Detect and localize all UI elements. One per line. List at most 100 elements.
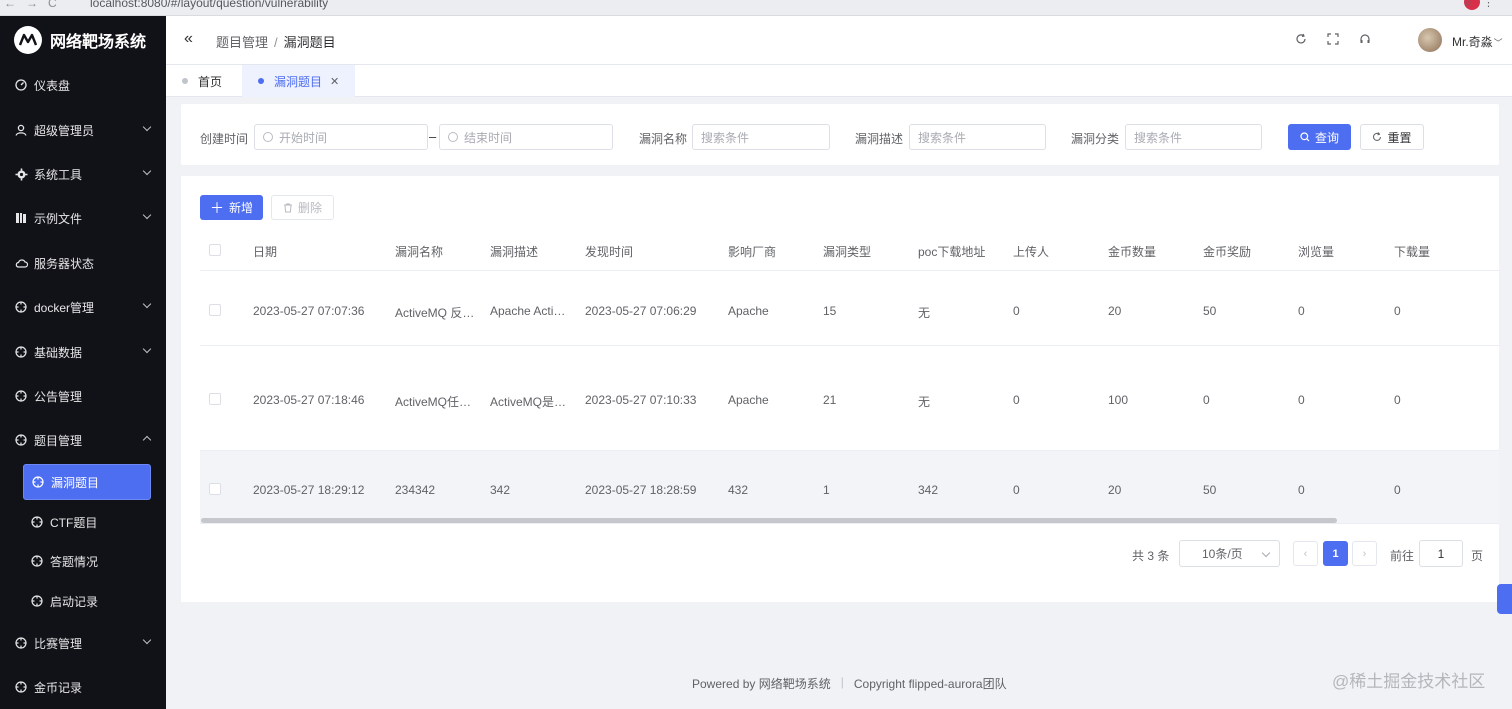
- aim-icon: [14, 433, 28, 447]
- column-header[interactable]: 影响厂商: [728, 243, 776, 260]
- app-logo[interactable]: 网络靶场系统: [14, 26, 146, 54]
- cell-downloads: 0: [1394, 304, 1401, 318]
- footer-powered-link[interactable]: 网络靶场系统: [759, 677, 831, 691]
- table-row[interactable]: 2023-05-27 18:29:12 234342 342 2023-05-2…: [200, 451, 1499, 524]
- column-header[interactable]: 日期: [253, 243, 277, 260]
- select-all-checkbox[interactable]: [209, 244, 221, 256]
- footer-copyright-link[interactable]: flipped-aurora团队: [909, 677, 1007, 691]
- cell-found-time: 2023-05-27 18:28:59: [585, 483, 697, 497]
- sidebar-item-sample-files[interactable]: 示例文件: [0, 198, 166, 238]
- row-checkbox[interactable]: [209, 483, 221, 495]
- table-header: 日期 漏洞名称 漏洞描述 发现时间 影响厂商 漏洞类型 poc下载地址 上传人 …: [200, 229, 1499, 271]
- add-button[interactable]: ＋ 新增: [200, 195, 263, 220]
- end-time-input[interactable]: 结束时间: [439, 124, 613, 150]
- tab-home[interactable]: 首页: [182, 65, 236, 97]
- column-header[interactable]: 发现时间: [585, 243, 633, 260]
- column-header[interactable]: 上传人: [1013, 243, 1049, 260]
- sidebar-item-announcements[interactable]: 公告管理: [0, 376, 166, 416]
- column-header[interactable]: 漏洞描述: [490, 243, 538, 260]
- vuln-name-placeholder: 搜索条件: [701, 130, 750, 145]
- range-separator: –: [429, 129, 437, 144]
- chevron-down-icon: [142, 166, 152, 176]
- column-header[interactable]: 漏洞类型: [823, 243, 871, 260]
- end-time-placeholder: 结束时间: [464, 130, 513, 145]
- column-header[interactable]: 金币数量: [1108, 243, 1156, 260]
- column-header[interactable]: 漏洞名称: [395, 243, 443, 260]
- chevron-down-icon: [142, 635, 152, 645]
- tab-vulnerability[interactable]: 漏洞题目 ✕: [242, 65, 356, 97]
- fullscreen-icon[interactable]: [1326, 32, 1340, 46]
- browser-menu-icons[interactable]: ☆⋮: [1463, 0, 1504, 9]
- table-row[interactable]: 2023-05-27 07:07:36 ActiveMQ 反… Apache A…: [200, 271, 1499, 346]
- cell-downloads: 0: [1394, 483, 1401, 497]
- sidebar-item-basic-data[interactable]: 基础数据: [0, 332, 166, 372]
- sidebar-item-coin-records[interactable]: 金币记录: [0, 667, 166, 707]
- chevron-down-icon: ﹀: [1493, 38, 1503, 48]
- sidebar-item-super-admin[interactable]: 超级管理员: [0, 110, 166, 150]
- column-header[interactable]: 金币奖励: [1203, 243, 1251, 260]
- sidebar-item-questions[interactable]: 题目管理: [0, 420, 166, 460]
- cell-coin-amount: 100: [1108, 393, 1129, 407]
- cell-date: 2023-05-27 07:18:46: [253, 393, 365, 407]
- sidebar-item-server-status[interactable]: 服务器状态: [0, 243, 166, 283]
- headset-icon[interactable]: [1358, 32, 1372, 46]
- start-time-input[interactable]: 开始时间: [254, 124, 428, 150]
- delete-button[interactable]: 删除: [271, 195, 334, 220]
- vuln-desc-input[interactable]: 搜索条件: [909, 124, 1046, 150]
- table-row[interactable]: 2023-05-27 07:18:46 ActiveMQ任… ActiveMQ是…: [200, 346, 1499, 451]
- sidebar-subitem-vulnerability[interactable]: 漏洞题目: [23, 464, 151, 500]
- tab-dot-icon: [182, 78, 188, 84]
- close-icon[interactable]: ✕: [330, 75, 339, 88]
- search-icon: [1300, 132, 1310, 142]
- aim-icon: [31, 475, 45, 489]
- page-number-button[interactable]: 1: [1323, 541, 1348, 566]
- sidebar-item-label: 超级管理员: [34, 123, 95, 138]
- vuln-category-input[interactable]: 搜索条件: [1125, 124, 1262, 150]
- cell-views: 0: [1298, 483, 1305, 497]
- sidebar-subitem-launch-records[interactable]: 启动记录: [23, 583, 151, 619]
- floating-settings-tab[interactable]: [1497, 584, 1512, 614]
- next-page-button[interactable]: ›: [1352, 541, 1377, 566]
- watermark: @稀土掘金技术社区: [1332, 672, 1486, 691]
- tabs-bar: 首页 漏洞题目 ✕: [166, 64, 1512, 97]
- sidebar-subitem-answers[interactable]: 答题情况: [23, 543, 151, 579]
- sidebar-item-dashboard[interactable]: 仪表盘: [0, 65, 166, 105]
- browser-url[interactable]: localhost:8080/#/layout/question/vulnera…: [90, 0, 328, 10]
- cell-uploader: 0: [1013, 483, 1020, 497]
- row-checkbox[interactable]: [209, 304, 221, 316]
- cell-vuln-desc: 342: [490, 483, 511, 497]
- column-header[interactable]: poc下载地址: [918, 243, 985, 260]
- cell-downloads: 0: [1394, 393, 1401, 407]
- column-header[interactable]: 浏览量: [1298, 243, 1334, 260]
- breadcrumb-separator: /: [274, 35, 278, 50]
- page-suffix-label: 页: [1471, 549, 1484, 563]
- row-checkbox[interactable]: [209, 393, 221, 405]
- user-menu[interactable]: Mr.奇淼﹀: [1452, 33, 1503, 50]
- reset-button[interactable]: 重置: [1360, 124, 1424, 150]
- sidebar-item-label: 比赛管理: [34, 636, 83, 651]
- footer-copyright: Copyright flipped-aurora团队: [854, 675, 1007, 692]
- browser-nav-icons[interactable]: ←→C: [4, 0, 67, 10]
- avatar[interactable]: [1418, 28, 1442, 52]
- sidebar-item-system-tools[interactable]: 系统工具: [0, 154, 166, 194]
- user-icon: [14, 123, 28, 137]
- goto-page-input[interactable]: 1: [1419, 540, 1463, 567]
- vuln-desc-placeholder: 搜索条件: [918, 130, 967, 145]
- refresh-icon[interactable]: [1294, 32, 1308, 46]
- breadcrumb-parent[interactable]: 题目管理: [216, 35, 268, 50]
- collapse-sidebar-icon[interactable]: «: [184, 31, 193, 47]
- footer: Powered by 网络靶场系统 | Copyright flipped-au…: [692, 675, 1007, 692]
- query-button[interactable]: 查询: [1288, 124, 1351, 150]
- chevron-down-icon: [142, 344, 152, 354]
- sidebar-subitem-label: 漏洞题目: [51, 475, 100, 490]
- aim-icon: [14, 300, 28, 314]
- horizontal-scrollbar[interactable]: [201, 518, 1337, 523]
- column-header[interactable]: 下载量: [1394, 243, 1430, 260]
- page-size-select[interactable]: 10条/页: [1179, 540, 1280, 567]
- sidebar-item-contests[interactable]: 比赛管理: [0, 623, 166, 663]
- prev-page-button[interactable]: ‹: [1293, 541, 1318, 566]
- footer-divider: |: [840, 675, 844, 689]
- sidebar-item-docker[interactable]: docker管理: [0, 287, 166, 327]
- sidebar-subitem-ctf[interactable]: CTF题目: [23, 504, 151, 540]
- vuln-name-input[interactable]: 搜索条件: [692, 124, 830, 150]
